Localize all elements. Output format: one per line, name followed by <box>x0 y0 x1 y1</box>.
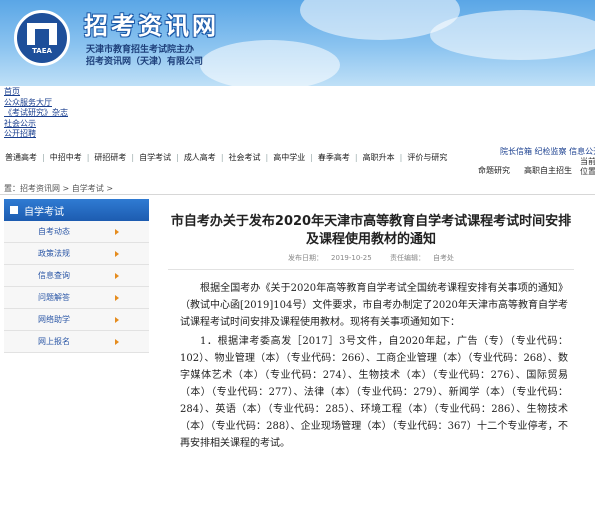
sidebar-item-faq[interactable]: 问题解答 <box>4 287 149 309</box>
article-body: 根据全国考办《关于2020年高等教育自学考试全国统考课程安排有关事项的通知》（教… <box>156 280 586 452</box>
sidebar-item-online-registration[interactable]: 网上报名 <box>4 331 149 353</box>
divider <box>168 269 574 270</box>
arrow-right-icon <box>115 338 119 345</box>
author-label: 责任编辑： <box>389 254 425 262</box>
breadcrumb-current[interactable]: 自学考试 <box>72 184 104 193</box>
nav-item[interactable]: 社会考试 <box>224 152 266 163</box>
arrow-right-icon <box>115 294 119 301</box>
sidebar-item-news[interactable]: 自考动态 <box>4 221 149 243</box>
sidebar-item-label: 政策法规 <box>38 249 70 258</box>
nav-item[interactable]: 成人高考 <box>179 152 221 163</box>
nav-item[interactable]: 普通高考 <box>0 152 42 163</box>
sidebar-item-label: 问题解答 <box>38 293 70 302</box>
site-subtitle: 招考资讯网（天津）有限公司 <box>86 57 204 67</box>
link-public-notice[interactable]: 社会公示 <box>4 119 68 130</box>
header-banner: TAEA 招考资讯网 天津市教育招生考试院主办 招考资讯网（天津）有限公司 <box>0 0 595 86</box>
divider <box>0 194 595 195</box>
breadcrumb: 置：招考资讯网 > 自学考试 > <box>4 183 113 194</box>
taea-logo[interactable]: TAEA <box>14 10 70 66</box>
cloud-decoration <box>200 40 340 86</box>
publish-date: 2019-10-25 <box>331 254 372 262</box>
article-title: 市自考办关于发布2020年天津市高等教育自学考试课程考试时间安排及课程使用教材的… <box>170 214 572 247</box>
sidebar-header: 自学考试 <box>4 199 149 221</box>
subnav-vocational[interactable]: 高职自主招生 <box>524 165 572 176</box>
cloud-decoration <box>430 10 595 60</box>
paragraph: 1．根据津考委高发［2017］3号文件，自2020年起，广告（专）（专业代码：1… <box>180 336 568 449</box>
site-title: 招考资讯网 <box>84 12 219 40</box>
nav-item[interactable]: 高职升本 <box>358 152 400 163</box>
sidebar: 自学考试 自考动态 政策法规 信息查询 问题解答 网络助学 网上报名 <box>4 199 149 353</box>
breadcrumb-prefix: 置： <box>4 184 20 193</box>
main-nav: 普通高考 | 中招中考 | 研招研考 | 自学考试 | 成人高考 | 社会考试 | 高中学业… <box>0 148 580 166</box>
article: 市自考办关于发布2020年天津市高等教育自学考试课程考试时间安排及课程使用教材的… <box>156 199 586 454</box>
sidebar-item-label: 网络助学 <box>38 315 70 324</box>
breadcrumb-separator: > <box>62 184 70 193</box>
link-home[interactable]: 首页 <box>4 87 68 98</box>
nav-item[interactable]: 评价与研究 <box>402 152 452 163</box>
square-bullet-icon <box>10 206 18 214</box>
arrow-right-icon <box>115 228 119 235</box>
location-edge-label: 位置 <box>580 167 595 176</box>
breadcrumb-separator: > <box>106 184 114 193</box>
arrow-right-icon <box>115 272 119 279</box>
top-links: 首页 公众服务大厅 《考试研究》杂志 社会公示 公开招聘 <box>4 87 68 140</box>
link-research-magazine[interactable]: 《考试研究》杂志 <box>4 108 68 119</box>
paragraph: 根据全国考办《关于2020年高等教育自学考试全国统考课程安排有关事项的通知》（教… <box>180 283 568 328</box>
sidebar-item-label: 网上报名 <box>38 337 70 346</box>
nav-item[interactable]: 春季高考 <box>313 152 355 163</box>
link-public-service[interactable]: 公众服务大厅 <box>4 98 68 109</box>
article-meta: 发布日期： 2019-10-25 责任编辑： 自考处 <box>156 253 586 263</box>
breadcrumb-home[interactable]: 招考资讯网 <box>20 184 60 193</box>
sidebar-item-policy[interactable]: 政策法规 <box>4 243 149 265</box>
sidebar-item-online-help[interactable]: 网络助学 <box>4 309 149 331</box>
arrow-right-icon <box>115 316 119 323</box>
subnav-research[interactable]: 命题研究 <box>478 165 510 176</box>
arrow-right-icon <box>115 250 119 257</box>
author: 自考处 <box>432 254 454 262</box>
logo-text: TAEA <box>32 47 52 55</box>
nav-item[interactable]: 中招中考 <box>45 152 87 163</box>
sidebar-item-label: 自考动态 <box>38 227 70 236</box>
nav-item[interactable]: 高中学业 <box>268 152 310 163</box>
sidebar-item-query[interactable]: 信息查询 <box>4 265 149 287</box>
link-recruitment[interactable]: 公开招聘 <box>4 129 68 140</box>
sidebar-item-label: 信息查询 <box>38 271 70 280</box>
nav-item[interactable]: 研招研考 <box>89 152 131 163</box>
date-label: 发布日期： <box>288 254 324 262</box>
nav-item[interactable]: 自学考试 <box>134 152 176 163</box>
building-icon <box>27 23 57 45</box>
sidebar-header-label: 自学考试 <box>24 206 64 218</box>
